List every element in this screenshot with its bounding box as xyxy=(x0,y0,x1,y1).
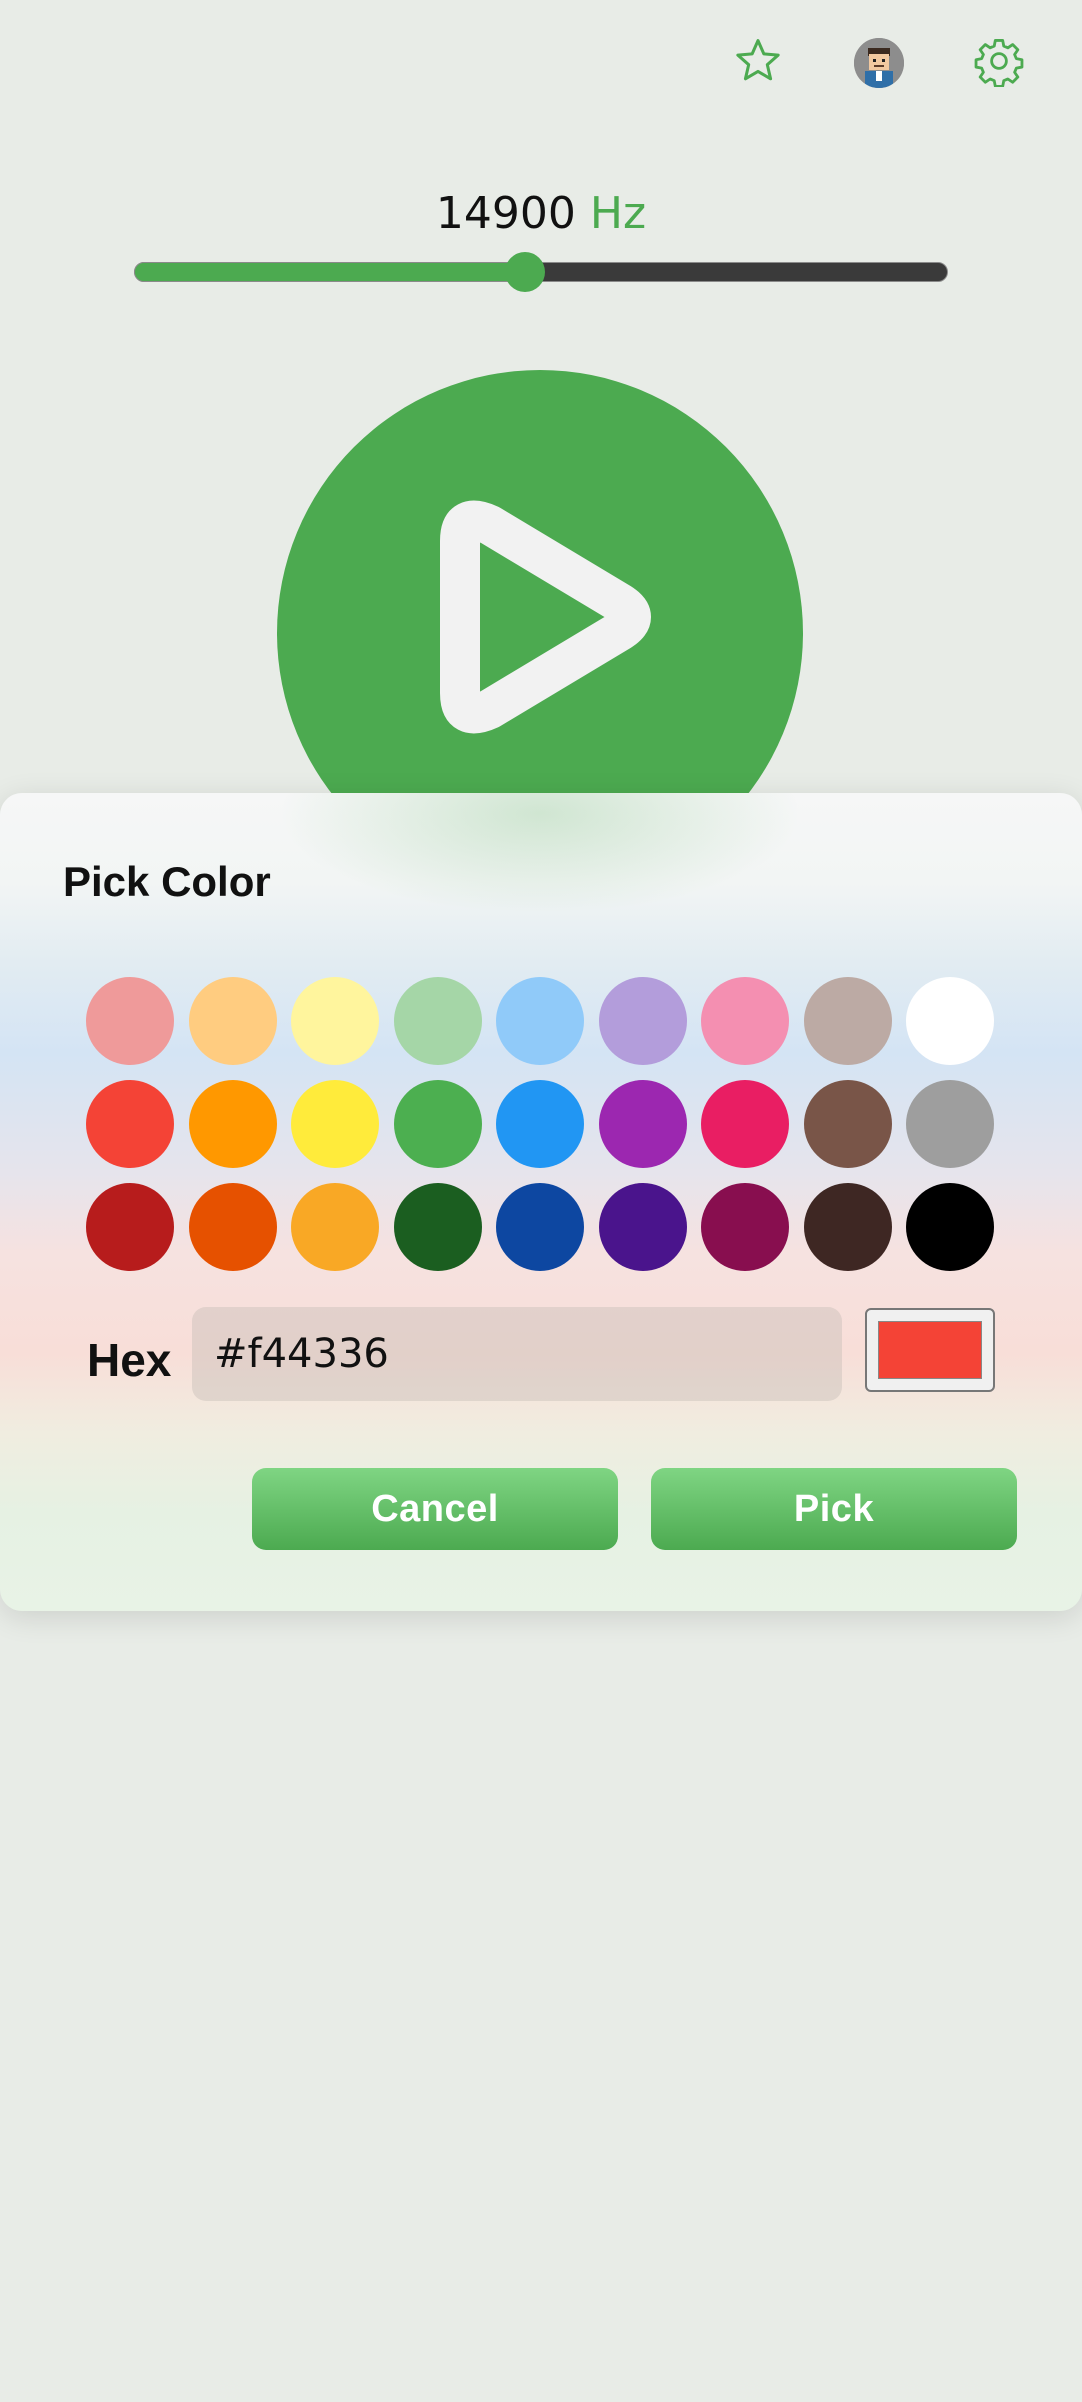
color-preview-chip xyxy=(878,1321,982,1379)
dialog-title: Pick Color xyxy=(63,858,271,905)
color-swatch[interactable] xyxy=(188,1080,277,1168)
hex-label: Hex xyxy=(87,1334,172,1386)
color-swatch[interactable] xyxy=(393,1080,482,1168)
color-swatch[interactable] xyxy=(701,977,789,1065)
cancel-button[interactable]: Cancel xyxy=(252,1468,618,1550)
color-swatch[interactable] xyxy=(906,1183,994,1271)
color-swatch[interactable] xyxy=(291,1183,379,1271)
color-swatch[interactable] xyxy=(86,1183,174,1271)
color-swatch[interactable] xyxy=(393,977,482,1065)
color-swatch[interactable] xyxy=(393,1183,482,1271)
color-swatch[interactable] xyxy=(701,1183,789,1271)
color-swatch[interactable] xyxy=(803,1183,892,1271)
color-swatch[interactable] xyxy=(803,977,892,1065)
color-swatch[interactable] xyxy=(188,977,277,1065)
color-swatch[interactable] xyxy=(598,977,687,1065)
color-swatch-grid xyxy=(86,977,994,1271)
color-swatch[interactable] xyxy=(291,1080,379,1168)
color-swatch[interactable] xyxy=(86,977,174,1065)
hex-input[interactable] xyxy=(192,1307,842,1401)
color-swatch[interactable] xyxy=(496,977,584,1065)
color-preview xyxy=(865,1308,995,1392)
color-swatch[interactable] xyxy=(701,1080,789,1168)
color-swatch[interactable] xyxy=(496,1183,584,1271)
color-swatch[interactable] xyxy=(906,1080,994,1168)
color-swatch[interactable] xyxy=(803,1080,892,1168)
pick-button[interactable]: Pick xyxy=(651,1468,1017,1550)
color-swatch[interactable] xyxy=(496,1080,584,1168)
color-picker-dialog: Pick Color Hex Cancel Pick xyxy=(0,793,1082,1611)
color-swatch[interactable] xyxy=(291,977,379,1065)
color-swatch[interactable] xyxy=(906,977,994,1065)
color-swatch[interactable] xyxy=(86,1080,174,1168)
color-swatch[interactable] xyxy=(598,1080,687,1168)
color-swatch[interactable] xyxy=(188,1183,277,1271)
color-swatch[interactable] xyxy=(598,1183,687,1271)
